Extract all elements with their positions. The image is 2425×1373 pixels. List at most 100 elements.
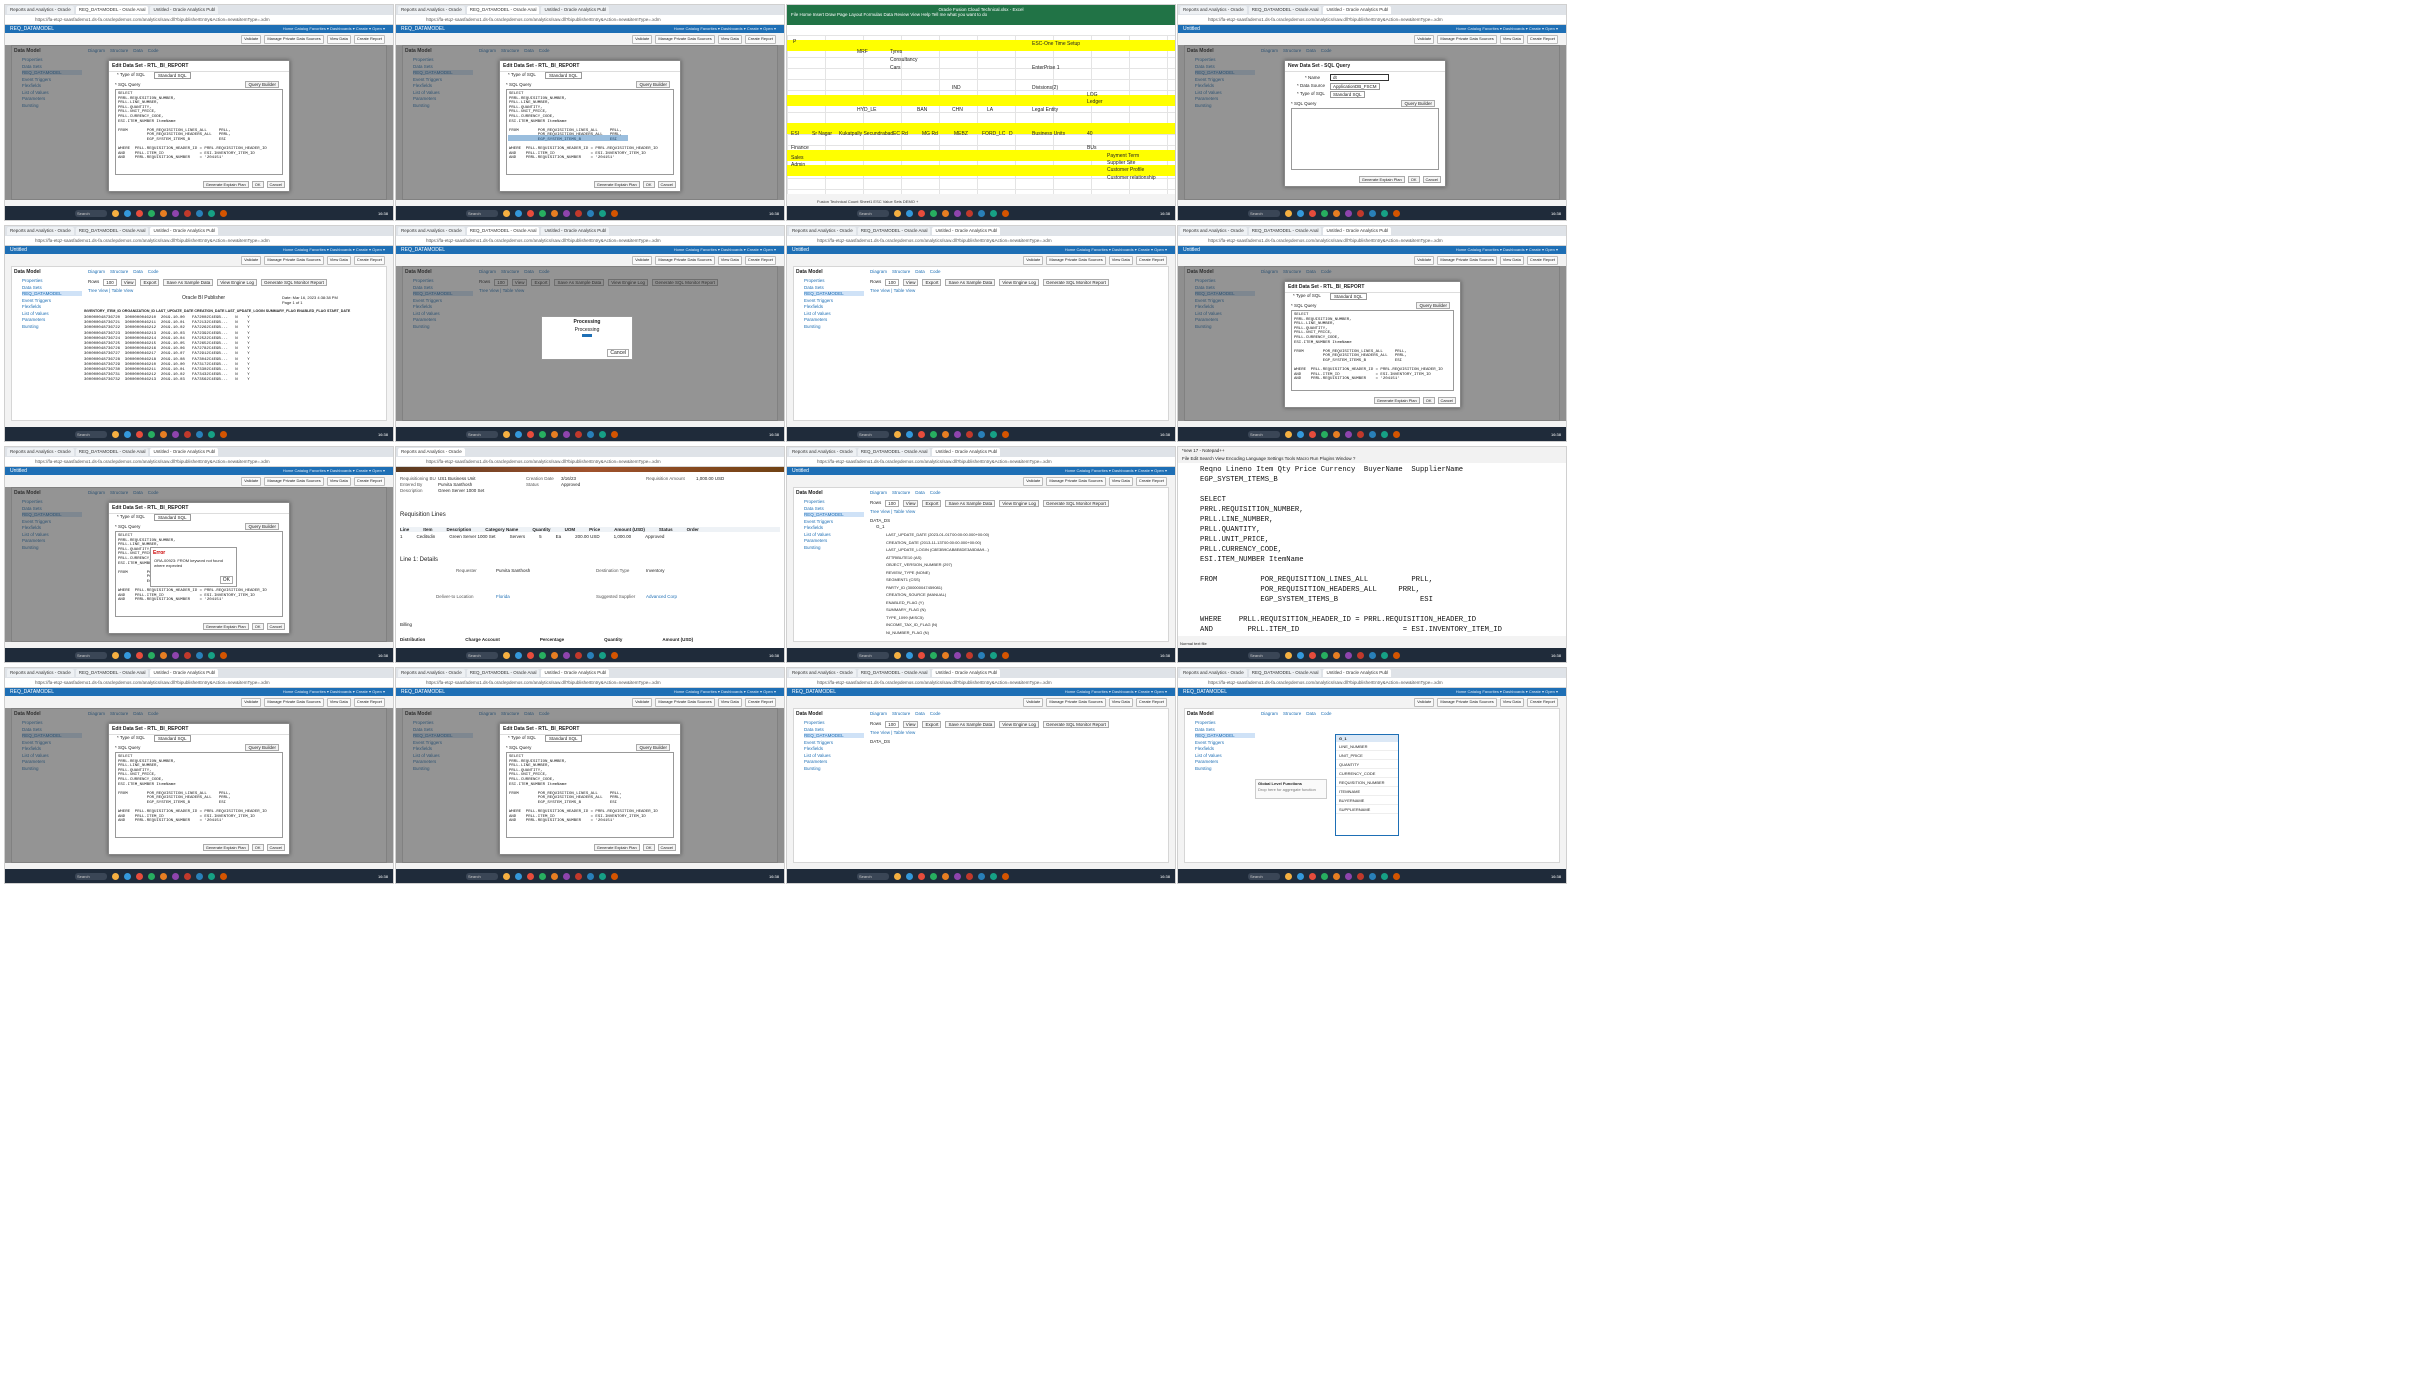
browser-tab[interactable]: Untitled - Oracle Analytics Publ [1323,669,1392,677]
data-tab-button[interactable]: Save As Sample Data [163,279,214,286]
panel-item[interactable]: List of Values [22,311,82,316]
subtab[interactable]: Code [930,490,941,495]
panel-item[interactable]: Parameters [1195,759,1255,764]
sheet-cell[interactable]: MEBZ [954,131,968,137]
sheet-tabs[interactable]: Fusion Technical Count Sheet1 ESC Value … [817,199,918,204]
taskbar-search[interactable]: Search [1248,209,1280,217]
sheet-cell[interactable]: Tyres [890,49,902,55]
taskbar-app-icon[interactable] [1345,209,1352,217]
sheet-cell[interactable]: Ledger [1087,99,1103,105]
taskbar-app-icon[interactable] [1393,209,1400,217]
sql-query-editor[interactable]: SELECT PRRL.REQUISITION_NUMBER, PRLL.LIN… [115,89,283,175]
lines-row[interactable]: 1 Ceditsdin Green Server 1000 Set Servers 5 E… [400,534,780,539]
taskbar-app-icon[interactable] [563,430,570,438]
dialog-button[interactable]: Cancel [657,844,676,851]
taskbar-app-icon[interactable] [220,872,227,880]
taskbar-app-icon[interactable] [527,872,534,880]
taskbar-app-icon[interactable] [539,209,546,217]
taskbar-app-icon[interactable] [515,651,522,659]
taskbar-app-icon[interactable] [1002,209,1009,217]
panel-item[interactable]: Data Sets [1195,727,1255,732]
subtab[interactable]: Structure [892,490,910,495]
sheet-cell[interactable]: Payment Term [1107,153,1139,159]
sheet-cell[interactable]: D [1009,131,1013,137]
taskbar-app-icon[interactable] [1297,872,1304,880]
address-bar[interactable]: https://fa-etqz-saasfademo1.ds-fa.oracle… [1178,15,1566,25]
data-tab-button[interactable]: View [902,500,919,507]
sql-query-editor[interactable]: SELECT PRRL.REQUISITION_NUMBER, PRLL.LIN… [1291,310,1454,391]
taskbar-app-icon[interactable] [196,651,203,659]
subtab[interactable]: Structure [892,269,910,274]
toolbar-button[interactable]: Validate [632,256,653,265]
panel-item[interactable]: Data Sets [804,506,864,511]
query-builder-button[interactable]: Query Builder [245,523,279,530]
taskbar-app-icon[interactable] [894,209,901,217]
browser-tab[interactable]: REQ_DATAMODEL - Oracle Anal [857,669,931,677]
taskbar-app-icon[interactable] [575,430,582,438]
taskbar-app-icon[interactable] [1369,872,1376,880]
taskbar-app-icon[interactable] [1002,651,1009,659]
toolbar-button[interactable]: View Data [1108,256,1133,265]
taskbar-search[interactable]: Search [857,209,889,217]
taskbar-app-icon[interactable] [966,430,973,438]
panel-item[interactable]: Event Triggers [804,298,864,303]
browser-tab[interactable]: Reports and Analytics - Oracle [398,227,465,235]
sheet-cell[interactable]: EnterPrise 1 [1032,65,1060,71]
sheet-cell[interactable]: LOG [1087,92,1098,98]
panel-item[interactable]: Bursting [804,324,864,329]
taskbar-app-icon[interactable] [1321,872,1328,880]
taskbar-app-icon[interactable] [220,651,227,659]
panel-item[interactable]: Parameters [22,317,82,322]
taskbar-app-icon[interactable] [124,430,131,438]
subtab[interactable]: Data [915,711,925,716]
subtab[interactable]: Structure [1283,711,1301,716]
subtab[interactable]: Data [915,490,925,495]
sheet-cell[interactable]: P [793,39,796,45]
taskbar-app-icon[interactable] [1393,651,1400,659]
taskbar-app-icon[interactable] [894,872,901,880]
panel-item[interactable]: REQ_DATAMODEL [804,512,864,517]
taskbar-app-icon[interactable] [148,872,155,880]
panel-item[interactable]: Bursting [804,545,864,550]
data-tab-button[interactable]: Save As Sample Data [945,279,996,286]
sheet-cell[interactable]: IND [952,85,961,91]
taskbar-app-icon[interactable] [1297,430,1304,438]
taskbar-app-icon[interactable] [930,651,937,659]
browser-tab[interactable]: REQ_DATAMODEL - Oracle Anal [1248,6,1322,14]
sheet-cell[interactable]: Admin [791,162,805,168]
toolbar-button[interactable]: Create Report [744,698,776,707]
taskbar-app-icon[interactable] [599,651,606,659]
subtab[interactable]: Code [930,269,941,274]
taskbar-app-icon[interactable] [551,430,558,438]
browser-tab[interactable]: Untitled - Oracle Analytics Publ [541,6,610,14]
subtab[interactable]: Code [930,711,941,716]
toolbar-button[interactable]: Validate [1023,477,1044,486]
data-tab-button[interactable]: Generate SQL Monitor Report [1042,279,1109,286]
taskbar-app-icon[interactable] [894,651,901,659]
dialog-button[interactable]: OK [251,181,264,188]
browser-tab[interactable]: Reports and Analytics - Oracle [1180,227,1247,235]
taskbar-app-icon[interactable] [160,430,167,438]
toolbar-button[interactable]: Validate [241,35,262,44]
toolbar-button[interactable]: View Data [1499,35,1524,44]
address-bar[interactable]: https://fa-etqz-saasfademo1.ds-fa.oracle… [396,15,784,25]
query-builder-button[interactable]: Query Builder [245,744,279,751]
taskbar-app-icon[interactable] [1321,209,1328,217]
sheet-cell[interactable]: BAN [917,107,927,113]
taskbar-app-icon[interactable] [575,872,582,880]
taskbar-app-icon[interactable] [954,209,961,217]
sheet-cell[interactable]: ESC-One Time Setup [1032,41,1080,47]
browser-tab[interactable]: Reports and Analytics - Oracle [398,448,465,456]
data-tab-button[interactable]: Export [922,500,942,507]
subtab[interactable]: Data [1306,711,1316,716]
worksheet-grid[interactable]: P MRF Tyres Consultancy Cars IND HYD_LE BAN CHN L… [787,35,1175,194]
taskbar-app-icon[interactable] [160,872,167,880]
taskbar-app-icon[interactable] [954,872,961,880]
toolbar-button[interactable]: Validate [241,256,262,265]
notepad-editor[interactable]: Reqno Lineno Item Qty Price Currency Buy… [1178,463,1566,636]
global-nav[interactable]: Home Catalog Favorites ▾ Dashboards ▾ Cr… [674,246,776,254]
taskbar-app-icon[interactable] [1357,430,1364,438]
global-nav[interactable]: Home Catalog Favorites ▾ Dashboards ▾ Cr… [1456,25,1558,33]
query-builder-button[interactable]: Query Builder [1416,302,1450,309]
taskbar-app-icon[interactable] [1321,430,1328,438]
